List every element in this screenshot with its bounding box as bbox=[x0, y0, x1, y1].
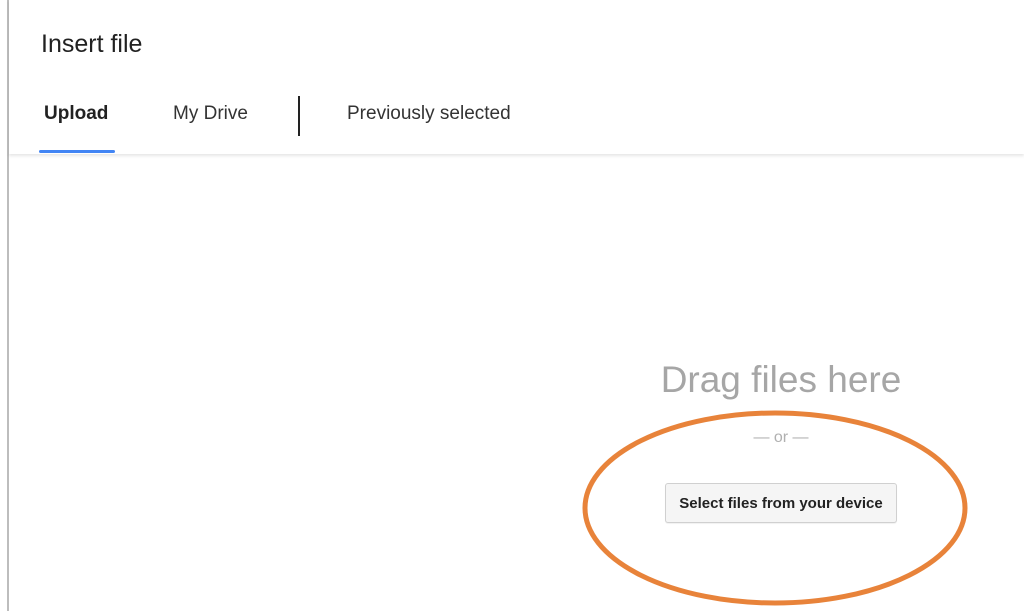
dialog-title: Insert file bbox=[41, 30, 143, 58]
active-tab-indicator bbox=[39, 150, 115, 153]
select-files-button[interactable]: Select files from your device bbox=[665, 483, 897, 523]
tab-divider bbox=[298, 96, 300, 136]
or-separator: — or — bbox=[753, 429, 809, 446]
drag-files-text: Drag files here bbox=[660, 359, 902, 400]
dialog-header: Insert file Upload My Drive Previously s… bbox=[9, 0, 1024, 154]
insert-file-dialog: Insert file Upload My Drive Previously s… bbox=[0, 0, 1024, 611]
tab-previously-selected[interactable]: Previously selected bbox=[347, 102, 511, 126]
tab-upload[interactable]: Upload bbox=[44, 102, 108, 126]
tab-bar: Upload My Drive Previously selected bbox=[9, 92, 1024, 154]
tab-my-drive[interactable]: My Drive bbox=[173, 102, 248, 126]
